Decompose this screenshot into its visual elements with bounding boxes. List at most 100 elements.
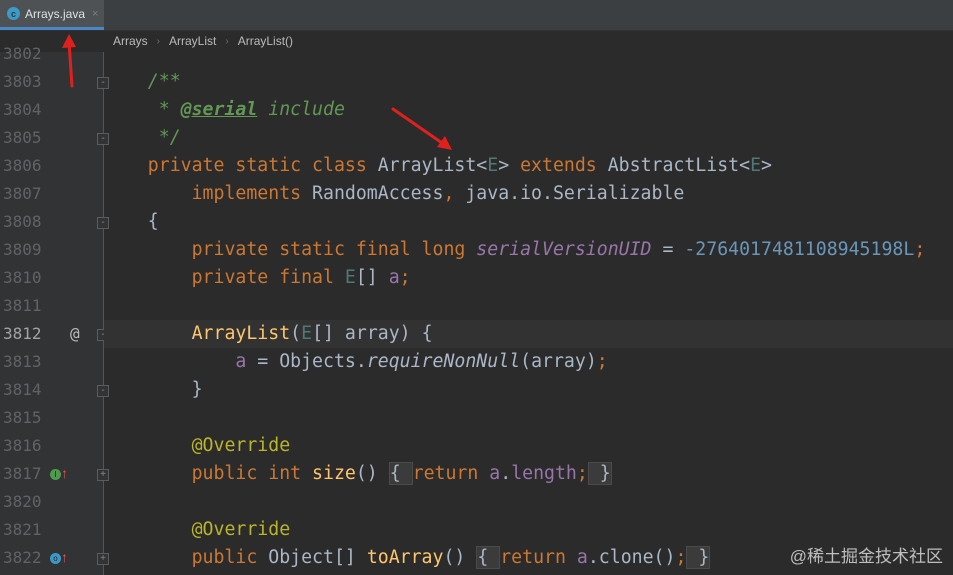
code-token: */ <box>104 127 181 148</box>
code-token: .clone() <box>587 547 676 568</box>
code-token: , <box>443 183 466 204</box>
code-line[interactable]: public Object[] toArray() { return a.clo… <box>104 544 711 572</box>
code-token: ; <box>576 463 588 484</box>
code-token: @Override <box>104 519 291 540</box>
code-token: } <box>686 546 711 569</box>
code-token: java.io.Serializable <box>465 183 685 204</box>
code-line[interactable]: * @serial include <box>104 96 345 124</box>
line-number: 3805 <box>3 128 42 147</box>
tab-label: Arrays.java <box>25 6 86 21</box>
line-number: 3803 <box>3 72 42 91</box>
line-number: 3812 <box>3 324 42 343</box>
code-token: { <box>104 211 159 232</box>
code-line[interactable]: public int size() { return a.length; } <box>104 460 612 488</box>
code-token: (array) <box>520 351 597 372</box>
code-line[interactable]: private static class ArrayList<E> extend… <box>104 152 772 180</box>
code-line[interactable]: @Override <box>104 516 291 544</box>
code-token: extends <box>520 155 608 176</box>
code-token: public int <box>104 463 313 484</box>
line-number: 3814 <box>3 380 42 399</box>
code-token: E <box>344 267 356 288</box>
code-token: ; <box>596 351 608 372</box>
line-number-gutter[interactable]: 3802 3803-3804 3805-3806 3807 3808-3809 3810 3… <box>0 44 109 575</box>
chevron-right-icon: › <box>156 35 161 47</box>
code-token: ; <box>399 267 411 288</box>
code-editor[interactable]: /** * @serial include */ private static … <box>104 52 953 575</box>
code-token: a <box>576 547 588 568</box>
breadcrumb-item[interactable]: Arrays <box>113 34 148 48</box>
code-token: Object[] <box>268 547 367 568</box>
code-token: = Objects. <box>246 351 367 372</box>
line-number: 3809 <box>3 240 42 259</box>
code-token: include <box>257 99 345 120</box>
code-token: E <box>487 155 499 176</box>
code-token: return <box>500 547 577 568</box>
breadcrumb-item[interactable]: ArrayList() <box>238 34 293 48</box>
line-number: 3807 <box>3 184 42 203</box>
code-token: a <box>388 267 400 288</box>
code-line[interactable]: */ <box>104 124 181 152</box>
arrow-up-icon[interactable]: ↑ <box>61 465 68 481</box>
code-token: public <box>104 547 269 568</box>
code-token: () <box>355 463 389 484</box>
code-token: -2764017481108945198L <box>684 239 915 260</box>
code-line[interactable]: implements RandomAccess, java.io.Seriali… <box>104 180 685 208</box>
line-number: 3813 <box>3 352 42 371</box>
code-token: AbstractList< <box>607 155 751 176</box>
implements-method-icon[interactable]: I <box>50 469 61 480</box>
breadcrumb: Arrays › ArrayList › ArrayList() <box>104 30 293 52</box>
code-line[interactable]: private static final long serialVersionU… <box>104 236 926 264</box>
overrides-method-icon[interactable]: o <box>50 553 61 564</box>
code-token: E <box>750 155 762 176</box>
code-token: } <box>104 379 203 400</box>
code-line[interactable]: ArrayList(E[] array) { <box>104 320 433 348</box>
code-token: toArray <box>366 547 444 568</box>
code-token: private static class <box>104 155 378 176</box>
code-token: private static final long <box>104 239 477 260</box>
code-line[interactable]: private final E[] a; <box>104 264 411 292</box>
code-token: serialVersionUID <box>476 239 652 260</box>
code-token: > <box>761 155 772 176</box>
code-token: ArrayList <box>191 323 291 344</box>
annotation-marker-icon[interactable]: @ <box>70 320 80 348</box>
line-number: 3822 <box>3 548 42 567</box>
code-token: ; <box>675 547 687 568</box>
chevron-right-icon: › <box>225 35 229 47</box>
code-token: length <box>511 463 577 484</box>
code-token: size <box>312 463 356 484</box>
line-number: 3815 <box>3 408 42 427</box>
line-number: 3806 <box>3 156 42 175</box>
code-token: } <box>587 462 612 485</box>
breadcrumb-item[interactable]: ArrayList <box>169 34 216 48</box>
watermark: @稀土掘金技术社区 <box>789 547 943 566</box>
line-number: 3821 <box>3 520 42 539</box>
code-line[interactable]: /** <box>104 68 181 96</box>
line-number: 3820 <box>3 492 42 511</box>
code-line[interactable]: a = Objects.requireNonNull(array); <box>104 348 608 376</box>
arrow-up-icon[interactable]: ↑ <box>61 549 68 565</box>
code-line[interactable]: } <box>104 376 203 404</box>
code-token: ; <box>914 239 926 260</box>
code-token: { <box>388 462 413 485</box>
line-number: 3810 <box>3 268 42 287</box>
code-token: /** <box>104 71 181 92</box>
code-token: requireNonNull <box>366 351 521 372</box>
code-token: . <box>500 463 512 484</box>
code-token: E <box>301 323 313 344</box>
code-line[interactable]: { <box>104 208 159 236</box>
line-number: 3811 <box>3 296 42 315</box>
code-token: = <box>651 239 685 260</box>
code-token: ArrayList< <box>377 155 488 176</box>
tab-arrays-java[interactable]: c Arrays.java × <box>0 0 104 30</box>
code-token: a <box>235 351 247 372</box>
code-token: a <box>489 463 501 484</box>
code-token: [] array) { <box>312 323 433 344</box>
editor-tab-bar: c Arrays.java × <box>0 0 953 31</box>
line-number: 3817 <box>3 464 42 483</box>
code-token: [] <box>355 267 389 288</box>
code-line[interactable]: @Override <box>104 432 291 460</box>
close-icon[interactable]: × <box>92 8 98 20</box>
code-token: > <box>498 155 521 176</box>
code-token: { <box>476 546 501 569</box>
